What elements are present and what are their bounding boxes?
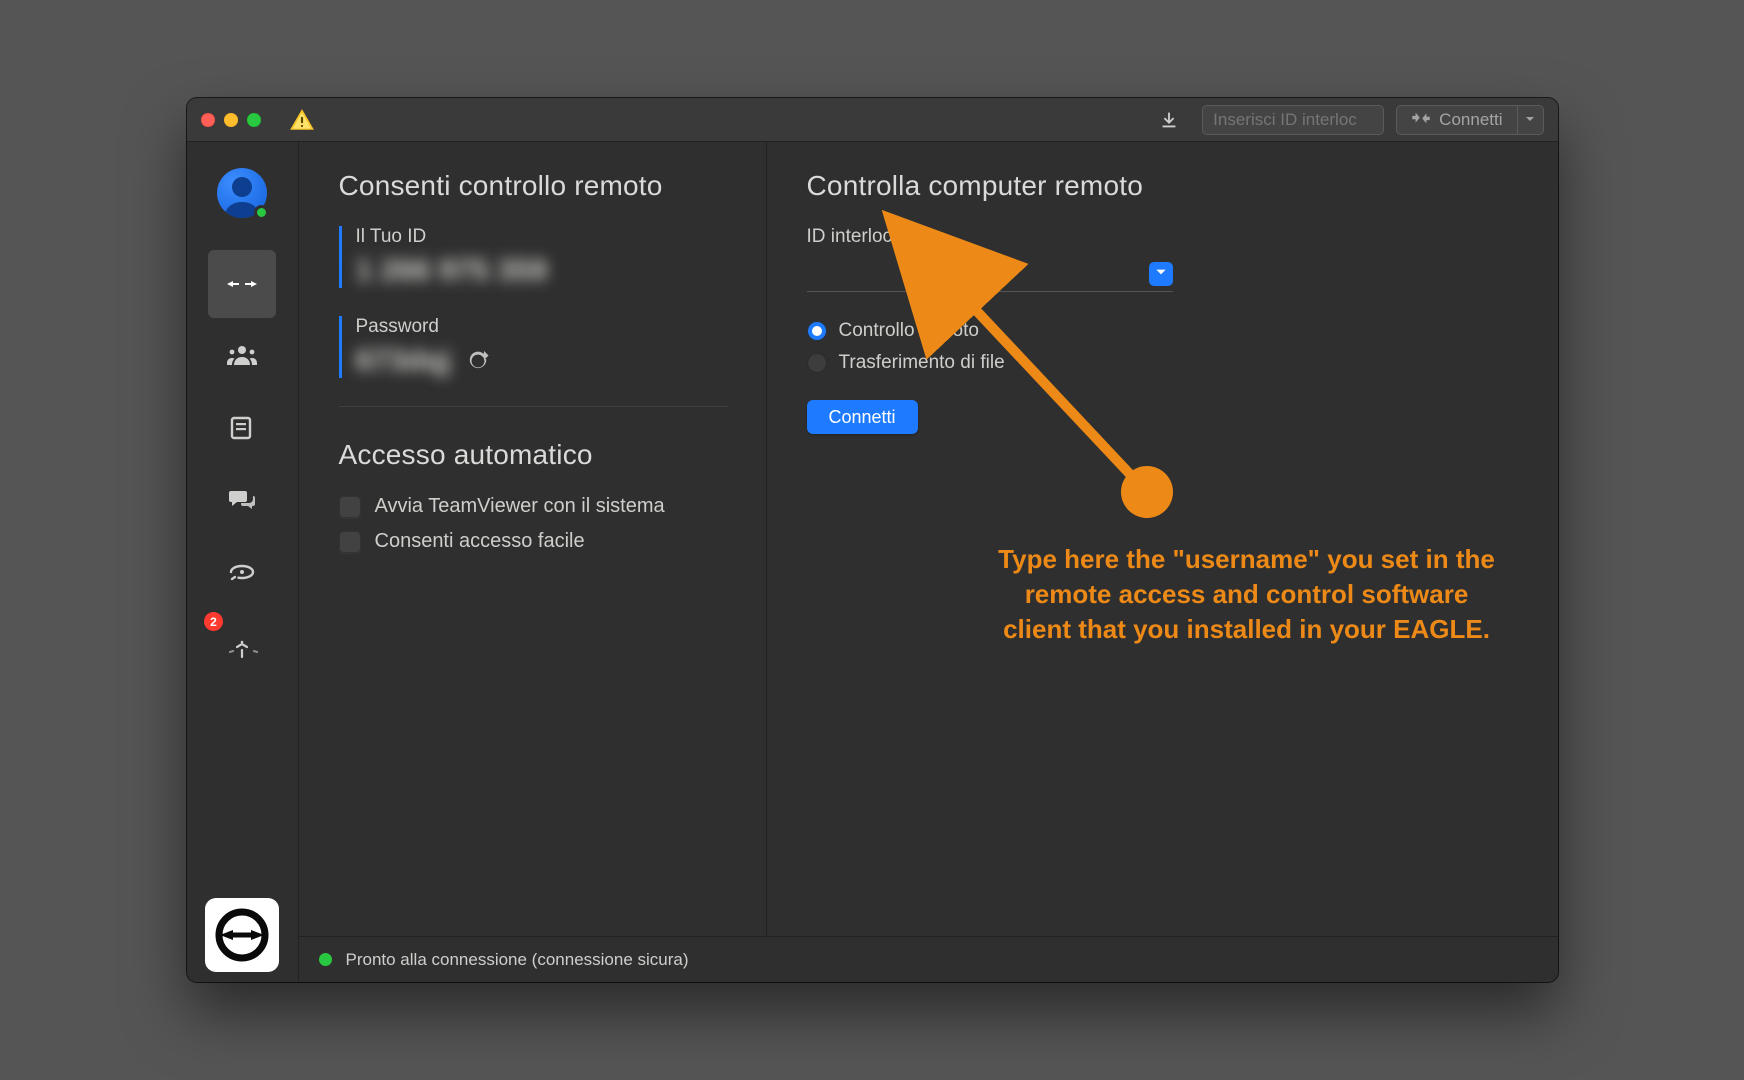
partner-id-dropdown[interactable] xyxy=(1149,262,1173,286)
chevron-down-icon xyxy=(1524,110,1536,130)
sidebar: 2 xyxy=(187,142,299,982)
status-bar: Pronto alla connessione (connessione sic… xyxy=(299,936,1558,982)
checkbox-icon xyxy=(339,496,361,518)
radio-file-transfer[interactable]: Trasferimento di file xyxy=(807,352,1520,374)
partner-id-field[interactable] xyxy=(807,258,1173,291)
titlebar-connect-menu[interactable] xyxy=(1517,106,1543,134)
your-id-label: Il Tuo ID xyxy=(356,226,728,248)
connect-button[interactable]: Connetti xyxy=(807,400,918,434)
allow-remote-heading: Consenti controllo remoto xyxy=(339,170,728,202)
chevron-down-icon xyxy=(1154,265,1168,284)
partner-id-label: ID interlocutore xyxy=(807,226,1520,248)
sidebar-getting-started[interactable]: 2 xyxy=(208,616,276,684)
notification-badge: 2 xyxy=(204,612,223,631)
sidebar-computers[interactable] xyxy=(208,394,276,462)
titlebar-connect-label: Connetti xyxy=(1439,110,1502,130)
control-remote-heading: Controlla computer remoto xyxy=(807,170,1520,202)
annotation-text: Type here the "username" you set in the … xyxy=(997,542,1497,647)
sidebar-logo[interactable] xyxy=(205,898,279,972)
radio-on-icon xyxy=(807,321,827,341)
control-remote-pane: Controlla computer remoto ID interlocuto… xyxy=(767,142,1558,936)
status-dot-icon xyxy=(319,953,332,966)
password-label: Password xyxy=(356,316,728,338)
refresh-icon xyxy=(467,350,489,372)
traffic-lights xyxy=(201,113,261,127)
checkbox-start-with-system-label: Avvia TeamViewer con il sistema xyxy=(375,495,665,518)
your-id-block: Il Tuo ID 1 266 975 359 xyxy=(339,226,728,288)
refresh-password-button[interactable] xyxy=(467,350,489,372)
status-text: Pronto alla connessione (connessione sic… xyxy=(346,950,689,970)
window-close-button[interactable] xyxy=(201,113,215,127)
status-dot-icon xyxy=(254,205,269,220)
divider xyxy=(339,406,728,407)
window-minimize-button[interactable] xyxy=(224,113,238,127)
radio-off-icon xyxy=(807,353,827,373)
radio-remote-control[interactable]: Controllo remoto xyxy=(807,320,1520,342)
sidebar-remote-control[interactable] xyxy=(208,250,276,318)
radio-remote-control-label: Controllo remoto xyxy=(839,320,979,342)
password-value[interactable]: 673dqj xyxy=(356,344,451,378)
titlebar-connect-button[interactable]: Connetti xyxy=(1396,105,1543,135)
download-icon[interactable] xyxy=(1158,109,1180,131)
window-zoom-button[interactable] xyxy=(247,113,261,127)
swap-icon xyxy=(1411,110,1431,130)
app-window: Connetti xyxy=(187,98,1558,982)
password-block: Password 673dqj xyxy=(339,316,728,378)
partner-id-input[interactable] xyxy=(807,258,1173,292)
checkbox-icon xyxy=(339,531,361,553)
sidebar-ar[interactable] xyxy=(208,538,276,606)
sidebar-meeting[interactable] xyxy=(208,322,276,390)
titlebar-partner-id-input[interactable] xyxy=(1202,105,1384,135)
sidebar-account[interactable] xyxy=(217,168,267,218)
warning-icon[interactable] xyxy=(289,107,315,133)
sidebar-chat[interactable] xyxy=(208,466,276,534)
checkbox-start-with-system[interactable]: Avvia TeamViewer con il sistema xyxy=(339,495,728,518)
content-area: Consenti controllo remoto Il Tuo ID 1 26… xyxy=(299,142,1558,982)
titlebar: Connetti xyxy=(187,98,1558,142)
allow-remote-pane: Consenti controllo remoto Il Tuo ID 1 26… xyxy=(299,142,767,936)
your-id-value[interactable]: 1 266 975 359 xyxy=(356,254,728,288)
checkbox-easy-access-label: Consenti accesso facile xyxy=(375,530,585,553)
radio-file-transfer-label: Trasferimento di file xyxy=(839,352,1005,374)
auto-access-heading: Accesso automatico xyxy=(339,439,728,471)
connect-button-label: Connetti xyxy=(829,407,896,427)
checkbox-easy-access[interactable]: Consenti accesso facile xyxy=(339,530,728,553)
